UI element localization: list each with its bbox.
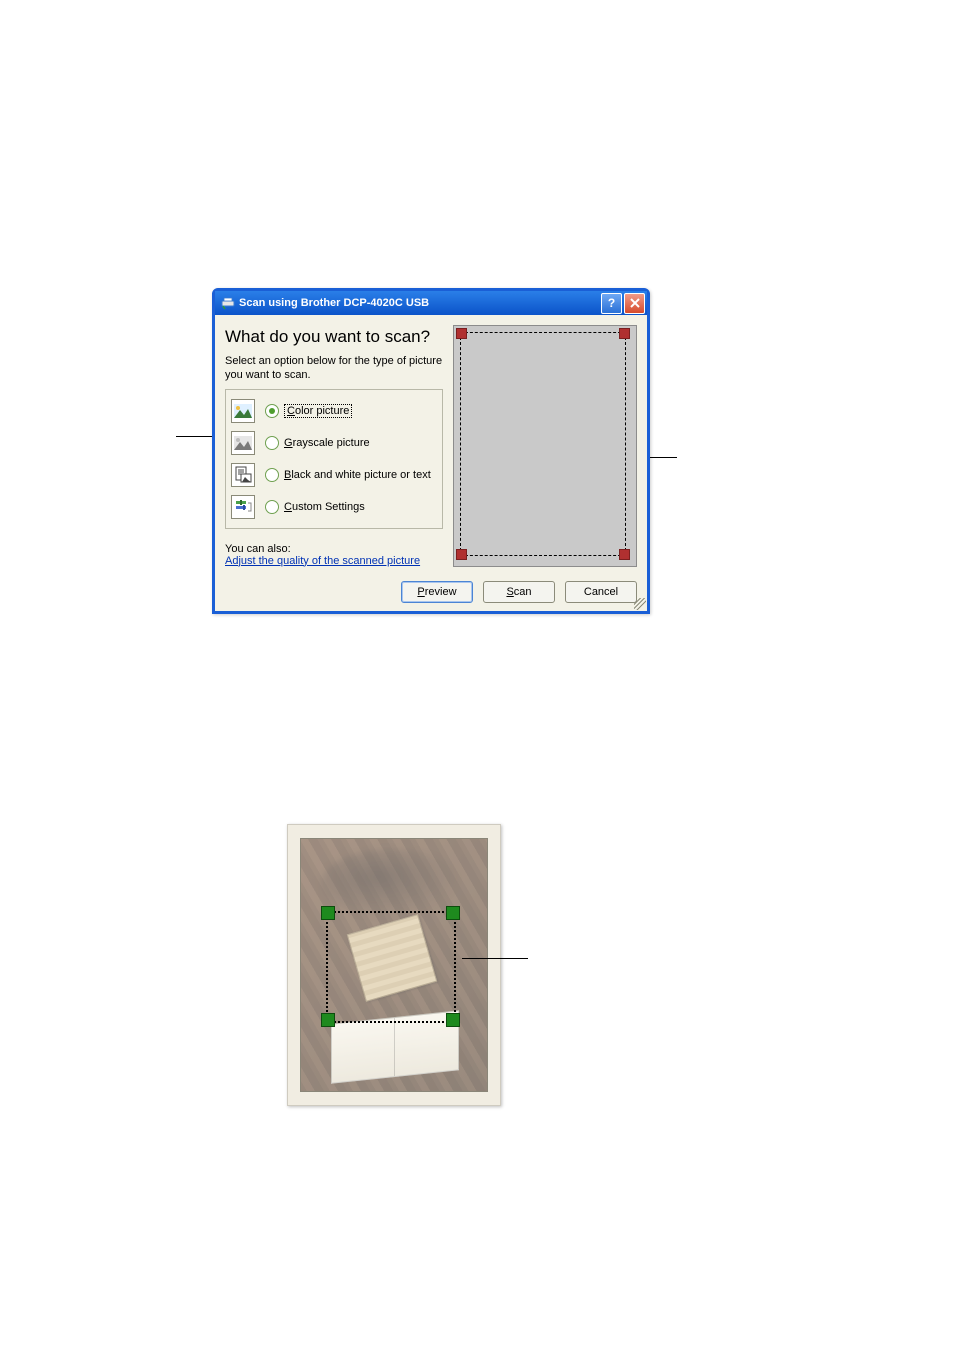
custom-settings-icon xyxy=(231,495,255,519)
dialog-title: Scan using Brother DCP-4020C USB xyxy=(239,297,601,309)
selection-marquee[interactable] xyxy=(460,332,626,556)
scanner-icon xyxy=(221,296,235,310)
cancel-button[interactable]: Cancel xyxy=(565,581,637,603)
preview-area[interactable] xyxy=(453,325,637,567)
sample-photo-frame xyxy=(287,824,501,1106)
selection-handle-top-right-icon[interactable] xyxy=(619,328,630,339)
option-label: Color picture xyxy=(284,404,352,418)
bw-text-icon xyxy=(231,463,255,487)
also-block: You can also: Adjust the quality of the … xyxy=(225,543,443,567)
selection-handle-bottom-right-icon[interactable] xyxy=(619,549,630,560)
dialog-heading: What do you want to scan? xyxy=(225,327,443,347)
option-grayscale-picture[interactable]: Grayscale picture xyxy=(231,427,437,459)
dialog-button-row: Preview Scan Cancel xyxy=(215,575,647,611)
gray-photo-icon xyxy=(231,431,255,455)
crop-handle-bottom-left-icon[interactable] xyxy=(321,1013,335,1027)
color-photo-icon xyxy=(231,399,255,423)
option-bw-picture-text[interactable]: Black and white picture or text xyxy=(231,459,437,491)
crop-handle-bottom-right-icon[interactable] xyxy=(446,1013,460,1027)
radio-custom[interactable] xyxy=(265,500,279,514)
preview-button[interactable]: Preview xyxy=(401,581,473,603)
crop-handle-top-left-icon[interactable] xyxy=(321,906,335,920)
resize-grip-icon[interactable] xyxy=(634,598,646,610)
titlebar: Scan using Brother DCP-4020C USB ? xyxy=(215,291,647,315)
also-intro: You can also: xyxy=(225,543,443,555)
picture-type-group: Color picture Grayscale picture xyxy=(225,389,443,529)
radio-bw[interactable] xyxy=(265,468,279,482)
callout-line-photo xyxy=(462,958,528,959)
option-custom-settings[interactable]: Custom Settings xyxy=(231,491,437,523)
left-panel: What do you want to scan? Select an opti… xyxy=(225,325,443,567)
sample-photo xyxy=(300,838,488,1092)
selection-handle-bottom-left-icon[interactable] xyxy=(456,549,467,560)
close-button[interactable] xyxy=(624,293,645,314)
option-color-picture[interactable]: Color picture xyxy=(231,395,437,427)
crop-handle-top-right-icon[interactable] xyxy=(446,906,460,920)
adjust-quality-link[interactable]: Adjust the quality of the scanned pictur… xyxy=(225,555,443,567)
option-label: Black and white picture or text xyxy=(284,469,431,481)
option-label: Grayscale picture xyxy=(284,437,370,449)
option-label: Custom Settings xyxy=(284,501,365,513)
crop-marquee[interactable] xyxy=(326,911,456,1023)
callout-line-left xyxy=(176,436,212,437)
selection-handle-top-left-icon[interactable] xyxy=(456,328,467,339)
scan-button[interactable]: Scan xyxy=(483,581,555,603)
help-button[interactable]: ? xyxy=(601,293,622,314)
radio-grayscale[interactable] xyxy=(265,436,279,450)
radio-color[interactable] xyxy=(265,404,279,418)
dialog-instruction: Select an option below for the type of p… xyxy=(225,355,443,383)
scan-dialog: Scan using Brother DCP-4020C USB ? What … xyxy=(212,288,650,614)
